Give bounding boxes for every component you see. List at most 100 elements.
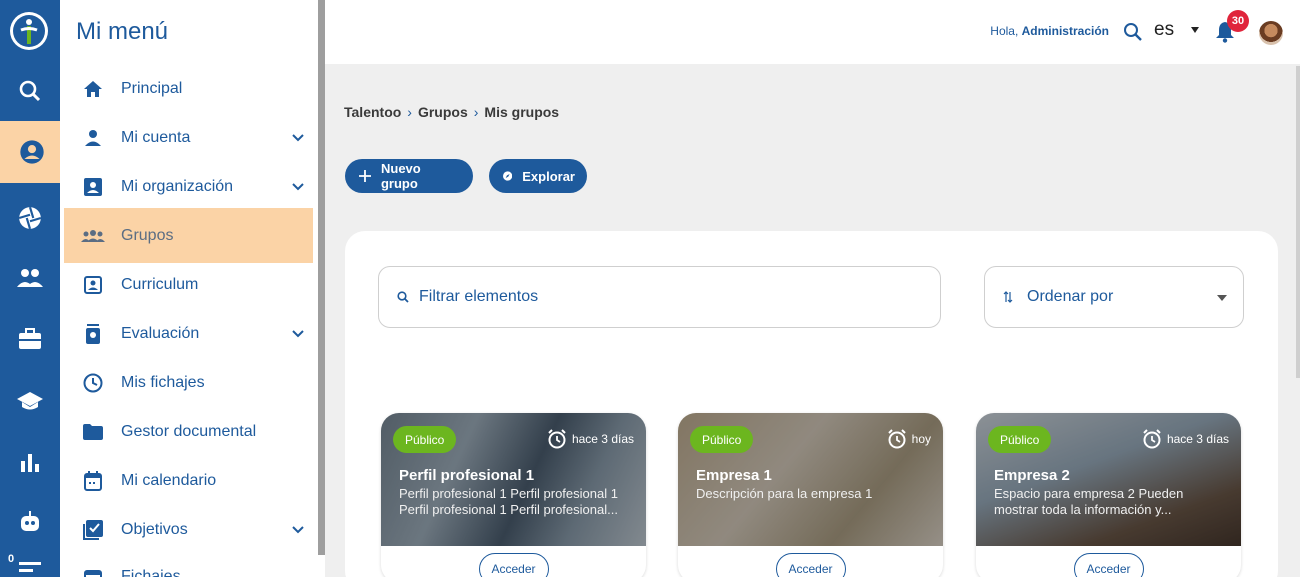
- search-icon: [397, 291, 409, 303]
- clock-icon: [64, 373, 121, 393]
- access-button[interactable]: Acceder: [775, 553, 846, 577]
- avatar[interactable]: [1259, 21, 1283, 45]
- chevron-right-icon: ›: [407, 104, 412, 120]
- caret-down-icon[interactable]: [1217, 295, 1227, 301]
- home-icon: [64, 80, 121, 98]
- chevron-down-icon[interactable]: [283, 133, 313, 142]
- group-description: Espacio para empresa 2 Pueden mostrar to…: [994, 486, 1184, 517]
- time-label: hoy: [911, 432, 931, 446]
- calendar-icon: [64, 470, 121, 491]
- evaluation-icon: [64, 323, 121, 344]
- logo-icon[interactable]: [10, 12, 48, 50]
- plus-icon: [359, 170, 371, 182]
- search-icon[interactable]: [1123, 22, 1143, 47]
- icon-rail: 0: [0, 0, 64, 577]
- robot-icon[interactable]: [0, 497, 60, 546]
- group-title: Empresa 1: [696, 467, 772, 484]
- side-menu: Mi menú Principal Mi cuenta Mi organizac…: [60, 0, 325, 577]
- page-scrollbar[interactable]: [1296, 66, 1300, 378]
- filter-placeholder: Filtrar elementos: [419, 288, 539, 305]
- language-selector[interactable]: es: [1154, 19, 1174, 41]
- time-label: hace 3 días: [1166, 432, 1229, 446]
- chevron-down-icon[interactable]: [283, 182, 313, 191]
- list-icon[interactable]: [0, 555, 60, 577]
- group-description: Descripción para la empresa 1: [696, 486, 873, 501]
- menu-item-objetivos[interactable]: Objetivos: [64, 505, 313, 554]
- menu-item-mi-calendario[interactable]: Mi calendario: [64, 456, 313, 505]
- account-circle-icon[interactable]: [0, 121, 64, 183]
- visibility-badge: Público: [690, 426, 754, 453]
- menu-item-curriculum[interactable]: Curriculum: [64, 260, 313, 309]
- menu-item-label: Fichajes: [121, 568, 181, 577]
- breadcrumb-item: Mis grupos: [484, 104, 560, 120]
- group-card[interactable]: Público hoy Empresa 1 Descripción para l…: [678, 413, 943, 577]
- menu-title: Mi menú: [76, 18, 169, 45]
- group-card[interactable]: Público hace 3 días Empresa 2 Espacio pa…: [976, 413, 1241, 577]
- sort-label: Ordenar por: [1027, 288, 1114, 305]
- menu-item-label: Gestor documental: [121, 422, 257, 440]
- menu-item-label: Grupos: [121, 226, 174, 244]
- visibility-badge: Público: [988, 426, 1052, 453]
- sort-icon: [1003, 291, 1013, 303]
- bar-chart-icon[interactable]: [0, 437, 60, 486]
- chevron-right-icon: ›: [473, 104, 479, 120]
- new-group-label: Nuevo grupo: [380, 161, 421, 191]
- resume-icon: [64, 275, 121, 294]
- checkbox-icon: [64, 519, 121, 540]
- group-card[interactable]: Público hace 3 días Perfil profesional 1…: [381, 413, 646, 577]
- search-icon[interactable]: [0, 66, 60, 115]
- menu-item-label: Mis fichajes: [121, 373, 205, 391]
- chevron-down-icon[interactable]: [283, 329, 313, 338]
- caret-down-icon[interactable]: [1191, 27, 1199, 33]
- alarm-icon: [1143, 429, 1161, 449]
- greeting: Hola, Administración: [990, 24, 1109, 38]
- groups-icon: [64, 229, 121, 243]
- menu-scrollbar[interactable]: [318, 0, 325, 555]
- aperture-icon[interactable]: [0, 193, 60, 242]
- menu-item-evaluacion[interactable]: Evaluación: [64, 309, 313, 358]
- greeting-prefix: Hola,: [990, 24, 1019, 38]
- group-time: hace 3 días: [1142, 429, 1229, 449]
- notification-badge: 30: [1227, 10, 1249, 32]
- menu-item-label: Evaluación: [121, 324, 200, 342]
- sort-select[interactable]: Ordenar por: [984, 266, 1244, 328]
- alarm-icon: [548, 429, 566, 449]
- menu-item-label: Objetivos: [121, 520, 188, 538]
- explore-label: Explorar: [522, 168, 575, 184]
- top-bar: Hola, Administración es 30: [325, 0, 1300, 64]
- menu-item-fichajes[interactable]: Fichajes: [64, 554, 313, 577]
- briefcase-icon[interactable]: [0, 314, 60, 363]
- chevron-down-icon[interactable]: [283, 525, 313, 534]
- user-icon: [64, 129, 121, 147]
- folder-icon: [64, 423, 121, 440]
- filter-input[interactable]: Filtrar elementos: [378, 266, 941, 328]
- time-label: hace 3 días: [571, 432, 634, 446]
- menu-item-label: Mi organización: [121, 177, 234, 195]
- access-button[interactable]: Acceder: [478, 553, 549, 577]
- compass-icon: [503, 171, 513, 181]
- school-icon[interactable]: [0, 376, 60, 425]
- group-time: hoy: [887, 429, 931, 449]
- explore-button[interactable]: Explorar: [489, 159, 587, 193]
- people-icon[interactable]: [0, 253, 60, 302]
- new-group-button[interactable]: Nuevo grupo: [345, 159, 473, 193]
- menu-item-label: Mi cuenta: [121, 128, 191, 146]
- breadcrumb: Talentoo › Grupos › Mis grupos: [344, 104, 559, 120]
- user-name[interactable]: Administración: [1022, 24, 1109, 38]
- menu-item-grupos[interactable]: Grupos: [64, 208, 313, 263]
- breadcrumb-item[interactable]: Grupos: [418, 104, 468, 120]
- alarm-icon: [887, 429, 906, 449]
- access-button[interactable]: Acceder: [1073, 553, 1144, 577]
- group-title: Empresa 2: [994, 467, 1070, 484]
- contact-card-icon: [64, 177, 121, 196]
- menu-item-label: Curriculum: [121, 275, 199, 293]
- menu-item-mi-organizacion[interactable]: Mi organización: [64, 162, 313, 211]
- menu-item-label: Principal: [121, 79, 183, 97]
- menu-item-gestor-documental[interactable]: Gestor documental: [64, 407, 313, 456]
- menu-item-principal[interactable]: Principal: [64, 64, 313, 113]
- menu-item-label: Mi calendario: [121, 471, 217, 489]
- menu-item-mi-cuenta[interactable]: Mi cuenta: [64, 113, 313, 162]
- menu-item-mis-fichajes[interactable]: Mis fichajes: [64, 358, 313, 407]
- group-time: hace 3 días: [547, 429, 634, 449]
- breadcrumb-item[interactable]: Talentoo: [344, 104, 401, 120]
